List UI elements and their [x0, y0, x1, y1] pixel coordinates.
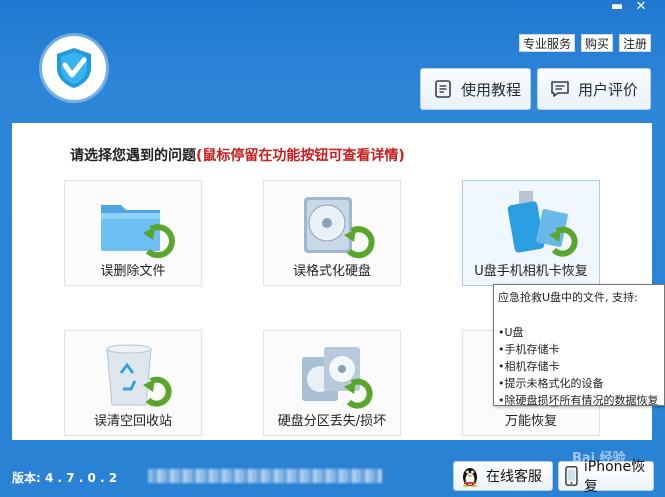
tile-emptied-recycle-bin[interactable]: 误清空回收站	[64, 330, 202, 436]
user-review-button[interactable]: 用户评价	[537, 68, 651, 110]
tooltip-item: •手机存储卡	[498, 343, 560, 356]
prompt-text: 请选择您遇到的问题(鼠标停留在功能按钮可查看详情)	[70, 145, 405, 165]
register-link[interactable]: 注册	[618, 34, 651, 52]
tooltip-item: •U盘	[498, 326, 524, 339]
qq-penguin-icon	[463, 468, 477, 487]
tile-label: 硬盘分区丢失/损坏	[277, 414, 387, 429]
shield-icon	[57, 48, 91, 88]
partition-restore-icon	[302, 347, 373, 409]
iphone-recovery-label: iPhone恢复	[583, 459, 646, 495]
comment-icon	[551, 81, 569, 97]
tile-usb-card-recovery[interactable]: U盘手机相机卡恢复	[462, 180, 600, 286]
usb-card-restore-icon	[507, 191, 578, 257]
tile-label: U盘手机相机卡恢复	[474, 264, 588, 279]
app-logo	[42, 36, 106, 100]
folder-restore-icon	[101, 205, 175, 259]
tile-label: 万能恢复	[504, 414, 557, 429]
app-window: ▬ ✕ 专业服务 购买 注册 使用教程 用户评价 请选择您遇到的问题(鼠标停留在…	[0, 0, 665, 497]
close-button[interactable]: ✕	[630, 0, 652, 16]
tile-label: 误清空回收站	[93, 414, 172, 429]
professional-service-link[interactable]: 专业服务	[518, 34, 575, 52]
tile-deleted-files[interactable]: 误删除文件	[64, 180, 202, 286]
recycle-bin-restore-icon	[106, 344, 172, 407]
document-icon	[435, 80, 451, 98]
online-service-label: 在线客服	[486, 469, 542, 485]
top-links: 专业服务 购买 注册	[518, 34, 651, 52]
tile-formatted-disk[interactable]: 误格式化硬盘	[263, 180, 401, 286]
tile-label: 误删除文件	[100, 264, 166, 279]
buy-link[interactable]: 购买	[580, 34, 613, 52]
tile-label: 误格式化硬盘	[292, 264, 371, 279]
user-review-label: 用户评价	[578, 80, 639, 99]
tooltip-item: •相机存储卡	[498, 360, 560, 373]
tooltip-head: 应急抢救U盘中的文件, 支持:	[498, 291, 638, 304]
blurred-website-link[interactable]	[148, 469, 382, 483]
tooltip-item: •除硬盘损坏所有情况的数据恢复	[498, 394, 659, 406]
phone-icon	[565, 466, 578, 486]
iphone-recovery-button[interactable]: iPhone恢复	[558, 459, 654, 495]
minimize-button[interactable]: ▬	[606, 0, 628, 16]
prompt-main: 请选择您遇到的问题	[70, 148, 196, 164]
disk-restore-icon	[304, 197, 375, 259]
tile-partition-loss[interactable]: 硬盘分区丢失/损坏	[263, 330, 401, 436]
tutorial-button[interactable]: 使用教程	[420, 68, 531, 110]
online-service-button[interactable]: 在线客服	[453, 461, 553, 491]
version-label: 版本: 4 . 7 . 0 . 2	[12, 471, 118, 485]
usb-recovery-tooltip: 应急抢救U盘中的文件, 支持: •U盘 •手机存储卡 •相机存储卡 •提示未格式…	[493, 284, 665, 406]
tooltip-item: •提示未格式化的设备	[498, 377, 604, 390]
tutorial-label: 使用教程	[461, 80, 522, 99]
prompt-hint: (鼠标停留在功能按钮可查看详情)	[196, 148, 405, 164]
